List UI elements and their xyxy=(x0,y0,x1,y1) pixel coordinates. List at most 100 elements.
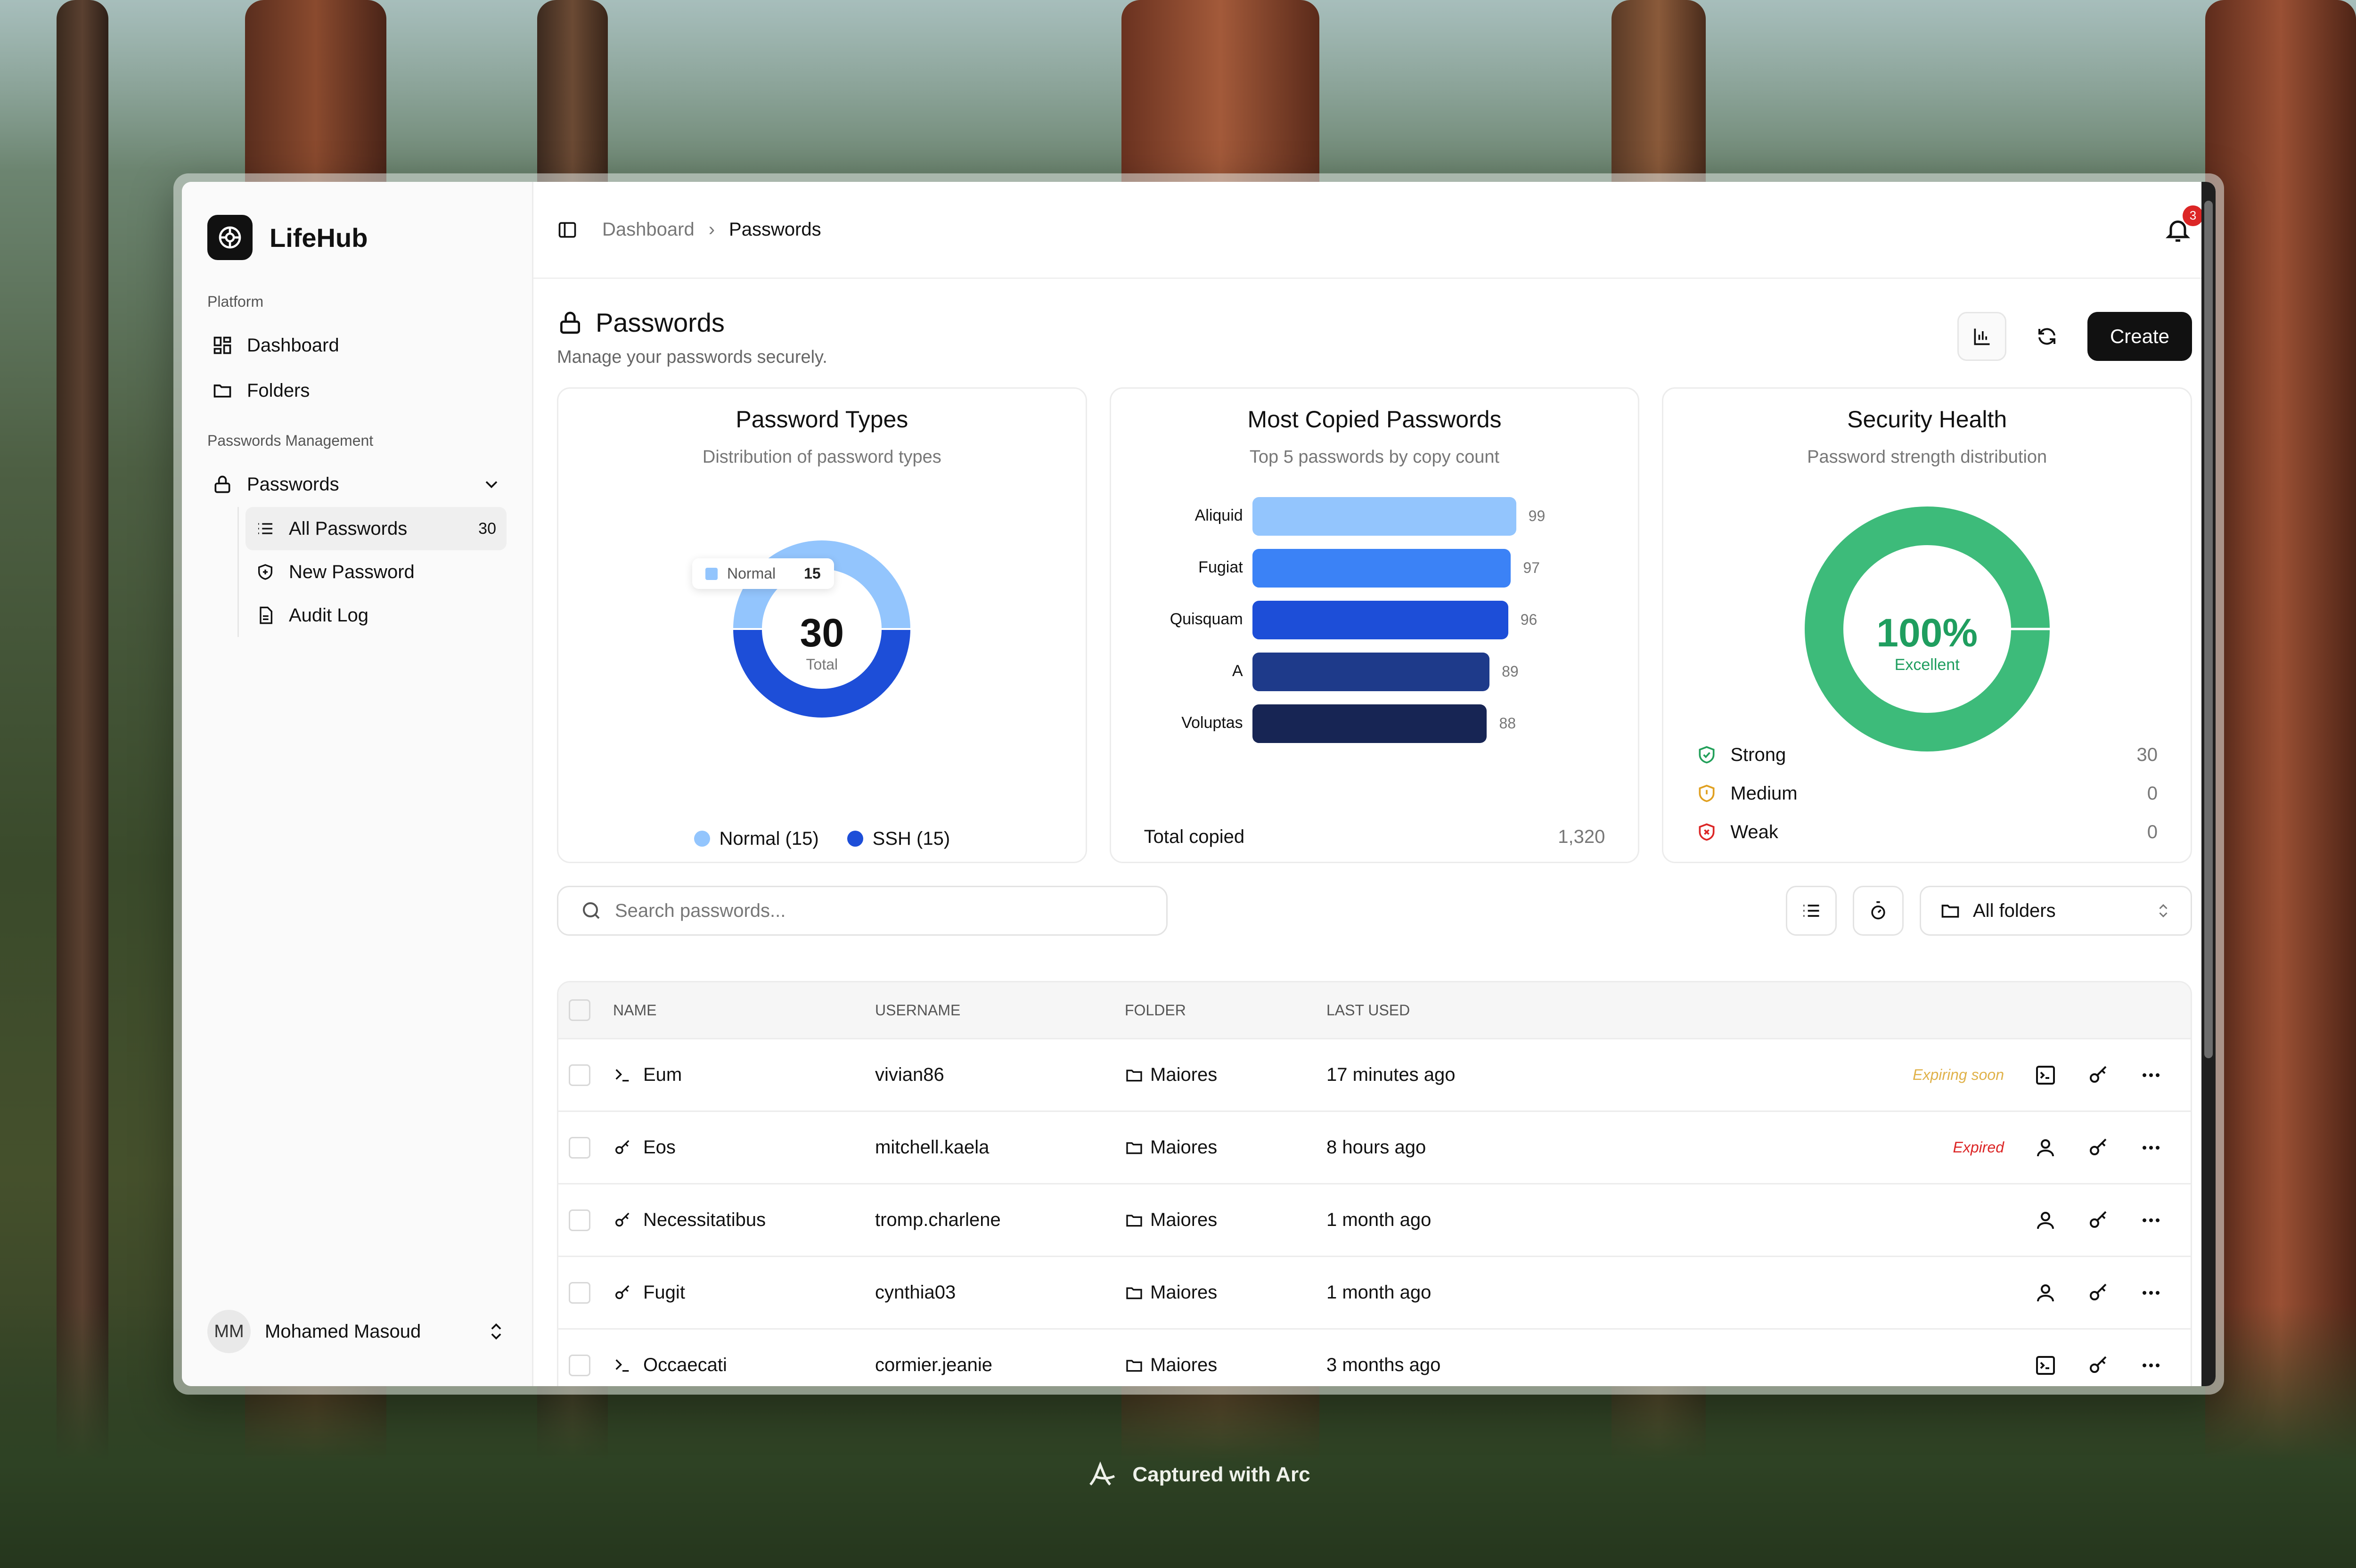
donut-total: 30 xyxy=(800,611,844,655)
terminal-square-icon[interactable] xyxy=(2034,1064,2057,1086)
password-name[interactable]: Eos xyxy=(643,1137,676,1158)
last-used: 8 hours ago xyxy=(1326,1137,1426,1158)
sidebar-item-all-passwords[interactable]: All Passwords 30 xyxy=(245,507,507,550)
table-row[interactable]: Fugit cynthia03 Maiores 1 month ago xyxy=(558,1256,2191,1328)
row-checkbox[interactable] xyxy=(569,1136,590,1159)
bar[interactable] xyxy=(1252,497,1516,536)
more-horizontal-icon[interactable] xyxy=(2140,1209,2162,1232)
browser-window: LifeHub Platform Dashboard Folders Passw… xyxy=(173,173,2224,1395)
bar-row: Aliquid 99 xyxy=(1111,497,1638,536)
user-icon[interactable] xyxy=(2034,1209,2057,1232)
folder-select[interactable]: All folders xyxy=(1920,886,2192,936)
copy-key-icon[interactable] xyxy=(2087,1209,2110,1232)
sidebar-item-passwords[interactable]: Passwords xyxy=(207,462,507,507)
table-row[interactable]: Eum vivian86 Maiores 17 minutes ago Expi… xyxy=(558,1038,2191,1111)
more-horizontal-icon[interactable] xyxy=(2140,1354,2162,1377)
column-folder[interactable]: FOLDER xyxy=(1125,1002,1326,1019)
most-copied-card: Most Copied Passwords Top 5 passwords by… xyxy=(1109,387,1640,863)
chevrons-up-down-icon xyxy=(2159,904,2168,918)
last-used: 17 minutes ago xyxy=(1326,1064,1456,1085)
user-menu[interactable]: MM Mohamed Masoud xyxy=(207,1310,507,1353)
sidebar-item-new-password[interactable]: New Password xyxy=(245,550,507,594)
row-checkbox[interactable] xyxy=(569,1354,590,1376)
notifications-button[interactable]: 3 xyxy=(2164,205,2203,244)
refresh-button[interactable] xyxy=(2022,312,2071,361)
sidebar-item-label: New Password xyxy=(289,561,415,582)
more-horizontal-icon[interactable] xyxy=(2140,1136,2162,1159)
select-all-checkbox[interactable] xyxy=(569,999,590,1021)
health-rating: Excellent xyxy=(1894,656,1960,674)
more-horizontal-icon[interactable] xyxy=(2140,1282,2162,1304)
topbar: Dashboard › Passwords 3 xyxy=(533,182,2216,279)
search-input[interactable]: Search passwords... xyxy=(557,886,1168,936)
create-button[interactable]: Create xyxy=(2087,312,2192,361)
password-name[interactable]: Necessitatibus xyxy=(643,1209,766,1231)
tooltip-swatch xyxy=(705,567,718,580)
sidebar-item-dashboard[interactable]: Dashboard xyxy=(207,323,507,368)
sidebar-item-label: Passwords xyxy=(247,474,339,495)
passwords-table: NAME USERNAME FOLDER LAST USED Eum vivia… xyxy=(557,981,2192,1386)
total-copied-row: Total copied 1,320 xyxy=(1144,826,1605,848)
page-title: Passwords xyxy=(596,308,725,337)
all-passwords-count: 30 xyxy=(478,519,496,538)
health-item-medium: Medium 0 xyxy=(1696,774,2158,813)
copy-key-icon[interactable] xyxy=(2087,1064,2110,1086)
stats-cards: Password Types Distribution of password … xyxy=(533,387,2216,863)
username: vivian86 xyxy=(875,1064,944,1085)
terminal-square-icon[interactable] xyxy=(2034,1354,2057,1377)
password-types-card: Password Types Distribution of password … xyxy=(557,387,1087,863)
row-checkbox[interactable] xyxy=(569,1209,590,1231)
folder-icon xyxy=(1126,1287,1142,1299)
row-checkbox[interactable] xyxy=(569,1064,590,1086)
folder-name: Maiores xyxy=(1150,1137,1218,1158)
column-username[interactable]: USERNAME xyxy=(875,1002,1125,1019)
column-last-used[interactable]: LAST USED xyxy=(1326,1002,1656,1019)
chart-tooltip: Normal 15 xyxy=(692,558,834,589)
shield-x-icon xyxy=(1699,823,1715,841)
notification-badge: 3 xyxy=(2183,205,2203,226)
breadcrumb-separator-icon: › xyxy=(708,219,715,240)
sidebar-item-label: All Passwords xyxy=(289,518,408,539)
table-row[interactable]: Occaecati cormier.jeanie Maiores 3 month… xyxy=(558,1328,2191,1386)
sidebar-toggle-icon[interactable] xyxy=(557,220,578,240)
folder-icon xyxy=(1941,905,1959,918)
folder-name: Maiores xyxy=(1150,1209,1218,1230)
column-name[interactable]: NAME xyxy=(558,1002,875,1019)
copy-key-icon[interactable] xyxy=(2087,1354,2110,1377)
user-icon[interactable] xyxy=(2034,1136,2057,1159)
health-label: Strong xyxy=(1730,744,1786,765)
stats-toggle-button[interactable] xyxy=(1957,312,2006,361)
row-checkbox[interactable] xyxy=(569,1282,590,1304)
more-horizontal-icon[interactable] xyxy=(2140,1064,2162,1086)
password-name[interactable]: Eum xyxy=(643,1064,682,1086)
sidebar-item-label: Audit Log xyxy=(289,604,369,626)
lifehub-logo-icon xyxy=(207,215,253,260)
username: mitchell.kaela xyxy=(875,1137,990,1158)
sidebar-item-audit-log[interactable]: Audit Log xyxy=(245,594,507,637)
user-name: Mohamed Masoud xyxy=(265,1321,421,1342)
list-view-button[interactable] xyxy=(1786,886,1837,936)
table-row[interactable]: Eos mitchell.kaela Maiores 8 hours ago E… xyxy=(558,1111,2191,1183)
table-row[interactable]: Necessitatibus tromp.charlene Maiores 1 … xyxy=(558,1183,2191,1256)
sidebar-item-folders[interactable]: Folders xyxy=(207,368,507,413)
bar[interactable] xyxy=(1252,704,1487,743)
bar-value: 88 xyxy=(1499,715,1516,732)
copy-key-icon[interactable] xyxy=(2087,1282,2110,1304)
user-icon[interactable] xyxy=(2034,1282,2057,1304)
password-name[interactable]: Occaecati xyxy=(643,1355,727,1376)
search-placeholder: Search passwords... xyxy=(615,900,786,921)
folder-icon xyxy=(1126,1359,1142,1372)
shield-check-icon xyxy=(1699,746,1715,764)
copy-key-icon[interactable] xyxy=(2087,1136,2110,1159)
timer-filter-button[interactable] xyxy=(1853,886,1904,936)
password-name[interactable]: Fugit xyxy=(643,1282,685,1303)
scrollbar[interactable] xyxy=(2201,182,2216,1386)
scrollbar-thumb[interactable] xyxy=(2204,201,2213,1058)
total-copied-label: Total copied xyxy=(1144,826,1245,847)
bar[interactable] xyxy=(1252,549,1511,588)
bar[interactable] xyxy=(1252,601,1508,639)
bar[interactable] xyxy=(1252,653,1490,691)
breadcrumb-dashboard[interactable]: Dashboard xyxy=(602,219,695,240)
shield-alert-icon xyxy=(1699,784,1715,802)
brand[interactable]: LifeHub xyxy=(207,215,507,260)
